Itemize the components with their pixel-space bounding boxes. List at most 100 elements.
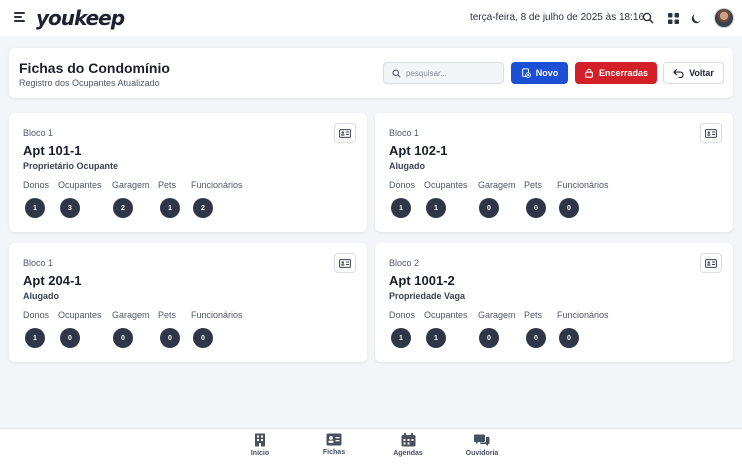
stat-label-owners: Donos xyxy=(389,310,416,320)
current-datetime: terça-feira, 8 de julho de 2025 às 18:16 xyxy=(470,12,645,23)
stat-badge-staff[interactable]: 2 xyxy=(193,198,213,218)
id-card-button[interactable] xyxy=(334,253,356,273)
id-card-icon xyxy=(339,258,351,268)
menu-icon[interactable] xyxy=(14,12,26,24)
nav-item-fichas[interactable]: Fichas xyxy=(304,433,364,456)
chat-icon xyxy=(474,434,490,446)
nav-item-agendas[interactable]: Agendas xyxy=(378,433,438,457)
nav-label-fichas: Fichas xyxy=(322,449,346,456)
stat-badge-pets[interactable]: 0 xyxy=(526,198,546,218)
stat-label-garage: Garagem xyxy=(478,310,516,320)
search-box[interactable] xyxy=(383,62,504,84)
stat-badge-garage[interactable]: 0 xyxy=(113,328,133,348)
stat-label-pets: Pets xyxy=(158,310,177,320)
stat-label-staff: Funcionários xyxy=(557,180,609,190)
stat-badge-staff[interactable]: 0 xyxy=(193,328,213,348)
unit-apartment: Apt 102-1 xyxy=(389,143,448,158)
stat-label-owners: Donos xyxy=(389,180,416,190)
id-card-button[interactable] xyxy=(700,123,722,143)
stat-label-garage: Garagem xyxy=(112,310,150,320)
stat-badge-pets[interactable]: 1 xyxy=(160,198,180,218)
nav-item-inicio[interactable]: Início xyxy=(230,433,290,457)
top-bar: youkeep terça-feira, 8 de julho de 2025 … xyxy=(0,0,742,36)
stat-badge-occupants[interactable]: 0 xyxy=(60,328,80,348)
stat-badge-owners[interactable]: 1 xyxy=(25,328,45,348)
stat-label-owners: Donos xyxy=(23,180,50,190)
stat-label-staff: Funcionários xyxy=(191,180,243,190)
stat-badge-garage[interactable]: 2 xyxy=(113,198,133,218)
id-card-button[interactable] xyxy=(700,253,722,273)
unit-status: Propriedade Vaga xyxy=(389,291,466,301)
search-icon[interactable] xyxy=(640,10,656,26)
unit-card[interactable]: Bloco 1 Apt 102-1 Alugado Donos Ocupante… xyxy=(375,113,733,232)
building-icon xyxy=(255,433,265,447)
id-card-icon xyxy=(339,128,351,138)
nav-label-inicio: Início xyxy=(250,450,270,457)
stat-label-pets: Pets xyxy=(524,180,543,190)
page-header: Fichas do Condomínio Registro dos Ocupan… xyxy=(9,48,733,98)
stat-label-garage: Garagem xyxy=(112,180,150,190)
id-card-icon xyxy=(326,433,342,446)
stat-badge-garage[interactable]: 0 xyxy=(479,328,499,348)
stat-badge-owners[interactable]: 1 xyxy=(391,198,411,218)
unit-apartment: Apt 1001-2 xyxy=(389,273,455,288)
stat-label-occupants: Ocupantes xyxy=(58,180,102,190)
stat-badge-pets[interactable]: 0 xyxy=(526,328,546,348)
id-card-icon xyxy=(705,258,717,268)
unit-status: Proprietário Ocupante xyxy=(23,161,119,171)
back-arrow-icon xyxy=(673,68,684,78)
stat-badge-staff[interactable]: 0 xyxy=(559,198,579,218)
stat-badge-owners[interactable]: 1 xyxy=(391,328,411,348)
nav-label-ouvidoria: Ouvidoria xyxy=(465,450,499,457)
page-title: Fichas do Condomínio xyxy=(19,60,170,76)
back-button[interactable]: Voltar xyxy=(663,62,724,84)
id-card-button[interactable] xyxy=(334,123,356,143)
unit-block: Bloco 1 xyxy=(23,258,54,268)
apps-grid-icon[interactable] xyxy=(665,10,681,26)
unit-apartment: Apt 204-1 xyxy=(23,273,82,288)
stat-label-occupants: Ocupantes xyxy=(424,180,468,190)
stat-badge-occupants[interactable]: 1 xyxy=(426,198,446,218)
unit-block: Bloco 2 xyxy=(389,258,420,268)
stat-badge-occupants[interactable]: 3 xyxy=(60,198,80,218)
search-input[interactable] xyxy=(406,68,496,78)
page-subtitle: Registro dos Ocupantes Atualizado xyxy=(19,78,160,88)
stat-label-pets: Pets xyxy=(158,180,177,190)
unit-card[interactable]: Bloco 2 Apt 1001-2 Propriedade Vaga Dono… xyxy=(375,243,733,362)
unit-status: Alugado xyxy=(389,161,425,171)
unit-block: Bloco 1 xyxy=(23,128,54,138)
new-button-label: Novo xyxy=(535,68,559,78)
stat-label-garage: Garagem xyxy=(478,180,516,190)
stat-label-occupants: Ocupantes xyxy=(58,310,102,320)
moon-icon[interactable] xyxy=(688,10,704,26)
stat-badge-staff[interactable]: 0 xyxy=(559,328,579,348)
lock-icon xyxy=(585,68,593,78)
search-icon xyxy=(392,68,401,78)
nav-label-agendas: Agendas xyxy=(393,450,423,457)
app-logo[interactable]: youkeep xyxy=(36,6,125,30)
stat-label-pets: Pets xyxy=(524,310,543,320)
calendar-icon xyxy=(401,433,415,447)
stat-badge-owners[interactable]: 1 xyxy=(25,198,45,218)
stat-badge-pets[interactable]: 0 xyxy=(160,328,180,348)
avatar[interactable] xyxy=(714,8,734,28)
stat-label-staff: Funcionários xyxy=(191,310,243,320)
stat-label-owners: Donos xyxy=(23,310,50,320)
closed-button[interactable]: Encerradas xyxy=(575,62,657,84)
stat-badge-garage[interactable]: 0 xyxy=(479,198,499,218)
stat-label-occupants: Ocupantes xyxy=(424,310,468,320)
add-file-icon xyxy=(521,68,531,78)
closed-button-label: Encerradas xyxy=(598,68,649,78)
unit-block: Bloco 1 xyxy=(389,128,420,138)
unit-card[interactable]: Bloco 1 Apt 101-1 Proprietário Ocupante … xyxy=(9,113,367,232)
new-button[interactable]: Novo xyxy=(511,62,568,84)
id-card-icon xyxy=(705,128,717,138)
unit-apartment: Apt 101-1 xyxy=(23,143,82,158)
back-button-label: Voltar xyxy=(689,68,714,78)
bottom-nav: Início Fichas Agendas Ouvidoria xyxy=(0,428,742,464)
unit-card[interactable]: Bloco 1 Apt 204-1 Alugado Donos Ocupante… xyxy=(9,243,367,362)
stat-badge-occupants[interactable]: 1 xyxy=(426,328,446,348)
unit-status: Alugado xyxy=(23,291,59,301)
nav-item-ouvidoria[interactable]: Ouvidoria xyxy=(452,433,512,457)
stat-label-staff: Funcionários xyxy=(557,310,609,320)
